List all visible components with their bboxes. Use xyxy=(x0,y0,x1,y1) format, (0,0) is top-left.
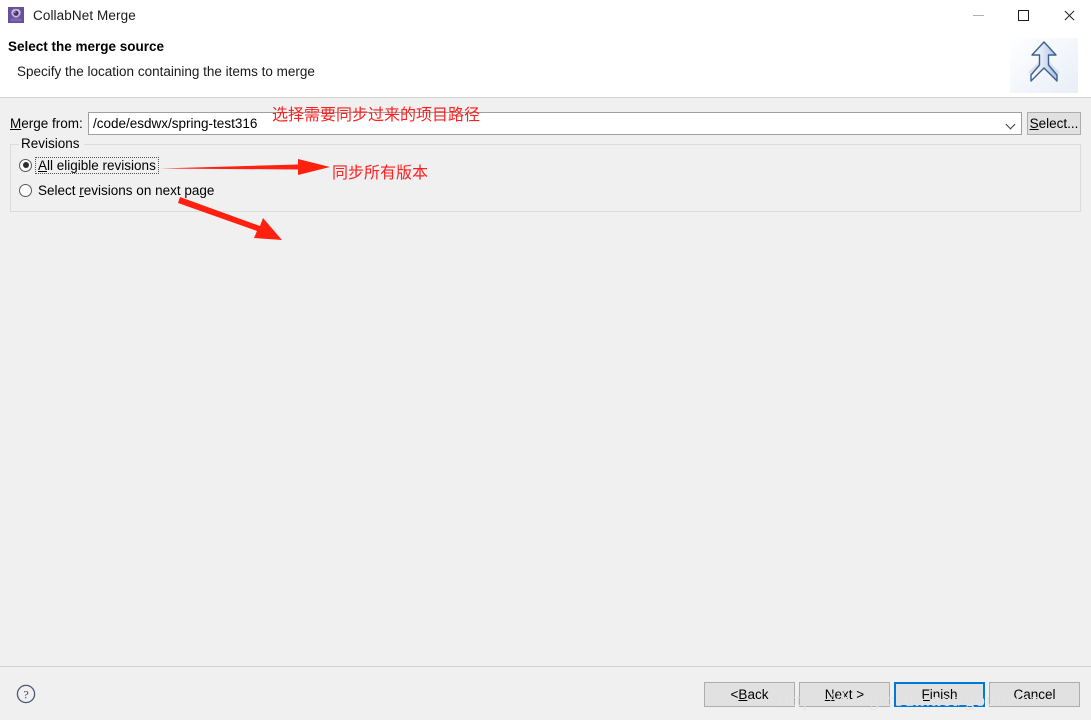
wizard-body: Merge from: /code/esdwx/spring-test316 S… xyxy=(0,99,1091,666)
merge-from-value: /code/esdwx/spring-test316 xyxy=(93,116,258,131)
page-title: Select the merge source xyxy=(8,39,165,54)
annotation-revisions-note: 同步所有版本 xyxy=(332,163,429,182)
select-button-mnemonic: S xyxy=(1029,116,1039,131)
next-button[interactable]: Next > xyxy=(799,682,890,707)
back-button-mnemonic: B xyxy=(738,687,748,702)
annotation-path-note: 选择需要同步过来的项目路径 xyxy=(272,105,481,124)
select-button-label: elect... xyxy=(1038,116,1079,131)
next-button-mnemonic: N xyxy=(824,687,835,702)
collabnet-gear-icon xyxy=(8,7,24,23)
finish-button[interactable]: Finish xyxy=(894,682,985,707)
back-button-label: ack xyxy=(747,687,769,702)
page-description: Specify the location containing the item… xyxy=(17,64,315,79)
finish-button-label: inish xyxy=(929,687,958,702)
window-title: CollabNet Merge xyxy=(33,7,136,23)
finish-button-mnemonic: F xyxy=(921,687,930,702)
close-button[interactable] xyxy=(1046,0,1091,30)
merge-from-combobox[interactable]: /code/esdwx/spring-test316 xyxy=(88,112,1022,135)
merge-from-label-mnemonic: M xyxy=(10,116,22,131)
close-icon xyxy=(1062,9,1075,22)
cancel-button[interactable]: Cancel xyxy=(989,682,1080,707)
footer-buttons: < Back Next > Finish Cancel xyxy=(704,682,1080,707)
wizard-header: Select the merge source Specify the loca… xyxy=(0,30,1091,98)
radio-icon-selected xyxy=(19,158,32,172)
svg-text:?: ? xyxy=(23,687,28,701)
radio-icon-unselected xyxy=(19,183,32,197)
minimize-button[interactable] xyxy=(956,0,1001,30)
cancel-button-label: Cancel xyxy=(1013,687,1056,702)
radio-select-label-prefix: Select xyxy=(38,182,80,198)
next-button-label: ext > xyxy=(834,687,865,702)
wizard-footer: ? < Back Next > Finish Cancel xyxy=(0,666,1091,720)
select-button[interactable]: Select... xyxy=(1027,112,1081,135)
revisions-group-title: Revisions xyxy=(19,136,84,151)
minimize-icon xyxy=(973,14,984,16)
annotation-arrow-horizontal xyxy=(160,159,330,175)
radio-all-label-rest: ll eligible revisions xyxy=(47,157,156,173)
maximize-button[interactable] xyxy=(1001,0,1046,30)
radio-all-eligible-revisions-label: All eligible revisions xyxy=(35,156,159,174)
window-controls xyxy=(956,0,1091,30)
radio-all-eligible-revisions[interactable]: All eligible revisions xyxy=(19,156,159,174)
radio-all-label-mnemonic: A xyxy=(38,157,48,173)
annotation-arrow-diagonal xyxy=(178,197,282,240)
collabnet-merge-window: CollabNet Merge Select the merge source … xyxy=(0,0,1091,720)
chevron-down-icon[interactable] xyxy=(1000,113,1021,134)
title-bar: CollabNet Merge xyxy=(0,0,1091,30)
merge-arrow-icon xyxy=(1010,38,1078,93)
help-question-icon[interactable]: ? xyxy=(16,684,36,704)
back-button-prefix: < xyxy=(730,687,739,702)
merge-from-label: Merge from: xyxy=(10,116,83,131)
merge-from-row: Merge from: /code/esdwx/spring-test316 S… xyxy=(0,112,1091,136)
maximize-icon xyxy=(1018,9,1029,21)
back-button[interactable]: < Back xyxy=(704,682,795,707)
merge-from-label-rest: erge from: xyxy=(21,116,83,131)
